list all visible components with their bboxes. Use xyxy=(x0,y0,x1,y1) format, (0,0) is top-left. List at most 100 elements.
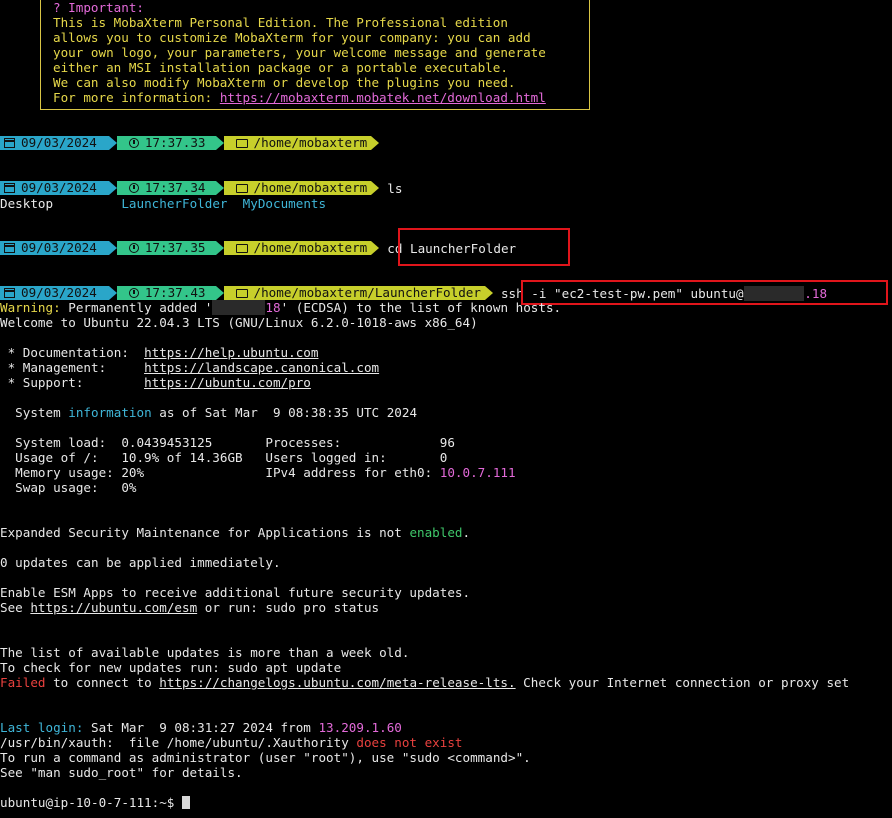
calendar-icon xyxy=(4,243,15,253)
prompt-time: 17:37.35 xyxy=(144,240,206,255)
prompt-date: 09/03/2024 xyxy=(21,285,97,300)
segment-separator xyxy=(215,136,224,150)
failed-mid: to connect to xyxy=(45,675,160,690)
segment-separator xyxy=(484,286,493,300)
doc-label: * Management: xyxy=(0,360,145,375)
doc-line: * Support: https://ubuntu.com/pro xyxy=(0,375,311,390)
banner-line: your own logo, your parameters, your wel… xyxy=(53,45,546,60)
sysinfo-row: Usage of /: 10.9% of 14.36GB Users logge… xyxy=(0,450,447,465)
segment-separator xyxy=(108,241,117,255)
warning-text: Permanently added ' xyxy=(60,300,213,315)
segment-separator xyxy=(108,286,117,300)
sysinfo-right: Processes: 96 xyxy=(265,435,455,450)
warning-label: Warning: xyxy=(0,300,61,315)
prompt-path: /home/mobaxterm/LauncherFolder xyxy=(253,285,481,300)
segment-separator xyxy=(371,241,380,255)
doc-link[interactable]: https://landscape.canonical.com xyxy=(144,360,379,375)
sysinfo-suffix: as of Sat Mar 9 08:38:35 UTC 2024 xyxy=(151,405,418,420)
download-link[interactable]: https://mobaxterm.mobatek.net/download.h… xyxy=(220,90,546,105)
clock-icon xyxy=(128,138,139,148)
sysinfo-row: Swap usage: 0% xyxy=(0,480,136,495)
calendar-icon xyxy=(4,288,15,298)
warning-text: ' (ECDSA) to the list of known hosts. xyxy=(280,300,562,315)
doc-link[interactable]: https://ubuntu.com/pro xyxy=(144,375,311,390)
segment-separator xyxy=(371,136,380,150)
prompt-date: 09/03/2024 xyxy=(21,240,97,255)
folder-icon xyxy=(235,243,248,253)
sudo-line: To run a command as administrator (user … xyxy=(0,750,531,765)
prompt-path-segment: /home/mobaxterm/LauncherFolder xyxy=(223,285,485,300)
ls-item: LauncherFolder xyxy=(121,196,228,211)
prompt-time-segment: 17:37.35 xyxy=(116,240,216,255)
prompt-time: 17:37.43 xyxy=(144,285,206,300)
prompt-path-segment: /home/mobaxterm xyxy=(223,135,372,150)
list-old-line: The list of available updates is more th… xyxy=(0,645,410,660)
ls-item: Desktop xyxy=(0,196,54,211)
ip-suffix: 18 xyxy=(265,300,281,315)
sysinfo-word: information xyxy=(68,405,152,420)
highlight-box xyxy=(521,280,888,305)
segment-separator xyxy=(371,181,380,195)
esm-status: enabled xyxy=(409,525,463,540)
prompt-time-segment: 17:37.34 xyxy=(116,180,216,195)
clock-icon xyxy=(128,288,139,298)
esm-line: Expanded Security Maintenance for Applic… xyxy=(0,525,470,540)
banner-more: For more information: https://mobaxterm.… xyxy=(53,90,546,105)
sysinfo-prefix: System xyxy=(0,405,69,420)
prompt-path: /home/mobaxterm xyxy=(253,240,368,255)
welcome-line: Welcome to Ubuntu 22.04.3 LTS (GNU/Linux… xyxy=(0,315,478,330)
calendar-icon xyxy=(4,183,15,193)
failed-suffix: Check your Internet connection or proxy … xyxy=(515,675,850,690)
banner-line: We can also modify MobaXterm or develop … xyxy=(53,75,516,90)
sysinfo-left: Memory usage: 20% xyxy=(0,465,266,480)
prompt-path: /home/mobaxterm xyxy=(253,135,368,150)
calendar-icon xyxy=(4,138,15,148)
clock-icon xyxy=(128,183,139,193)
last-login-mid: Sat Mar 9 08:31:27 2024 from xyxy=(83,720,319,735)
sysinfo-row: Memory usage: 20% IPv4 address for eth0:… xyxy=(0,465,516,480)
prompt-time-segment: 17:37.33 xyxy=(116,135,216,150)
prompt-line: 09/03/2024 17:37.34 /home/mobaxterm ls xyxy=(0,180,402,196)
xauth-status: does not exist xyxy=(356,735,463,750)
eth0-ip: 10.0.7.111 xyxy=(439,465,516,480)
prompt-path-segment: /home/mobaxterm xyxy=(223,180,372,195)
prompt-date-segment: 09/03/2024 xyxy=(0,241,109,255)
banner-line: either an MSI installation package or a … xyxy=(53,60,508,75)
prompt-time: 17:37.34 xyxy=(144,180,206,195)
esm-suffix: . xyxy=(462,525,471,540)
segment-separator xyxy=(108,136,117,150)
ls-output: Desktop LauncherFolder MyDocuments xyxy=(0,196,326,211)
last-login-ip: 13.209.1.60 xyxy=(318,720,402,735)
shell-prompt[interactable]: ubuntu@ip-10-0-7-111:~$ xyxy=(0,795,190,810)
doc-link[interactable]: https://help.ubuntu.com xyxy=(144,345,318,360)
segment-separator xyxy=(108,181,117,195)
xauth-prefix: /usr/bin/xauth: file /home/ubuntu/.Xauth… xyxy=(0,735,357,750)
banner-line: allows you to customize MobaXterm for yo… xyxy=(53,30,531,45)
changelogs-link[interactable]: https://changelogs.ubuntu.com/meta-relea… xyxy=(159,675,515,690)
shell-prompt-text: ubuntu@ip-10-0-7-111:~$ xyxy=(0,795,182,810)
prompt-time-segment: 17:37.43 xyxy=(116,285,216,300)
esm-see-prefix: See xyxy=(0,600,31,615)
doc-label: * Documentation: xyxy=(0,345,145,360)
prompt-time: 17:37.33 xyxy=(144,135,206,150)
prompt-path-segment: /home/mobaxterm xyxy=(223,240,372,255)
sudo-line: See "man sudo_root" for details. xyxy=(0,765,243,780)
ls-item: MyDocuments xyxy=(242,196,327,211)
doc-line: * Management: https://landscape.canonica… xyxy=(0,360,380,375)
folder-icon xyxy=(235,138,248,148)
esm-see-line: See https://ubuntu.com/esm or run: sudo … xyxy=(0,600,379,615)
warning-line: Warning: Permanently added 'XXXXXXX18' (… xyxy=(0,300,561,315)
clock-icon xyxy=(128,243,139,253)
sysinfo-right: Users logged in: 0 xyxy=(265,450,448,465)
updates-line: 0 updates can be applied immediately. xyxy=(0,555,281,570)
esm-link[interactable]: https://ubuntu.com/esm xyxy=(30,600,197,615)
prompt-path: /home/mobaxterm xyxy=(253,180,368,195)
sysinfo-left: Usage of /: 10.9% of 14.36GB xyxy=(0,450,266,465)
sysinfo-left: Swap usage: 0% xyxy=(0,480,137,495)
segment-separator xyxy=(215,241,224,255)
prompt-date-segment: 09/03/2024 xyxy=(0,286,109,300)
sysinfo-heading: System information as of Sat Mar 9 08:38… xyxy=(0,405,417,420)
terminal-cursor xyxy=(181,796,190,809)
prompt-line: 09/03/2024 17:37.33 /home/mobaxterm xyxy=(0,135,380,150)
folder-icon xyxy=(235,183,248,193)
